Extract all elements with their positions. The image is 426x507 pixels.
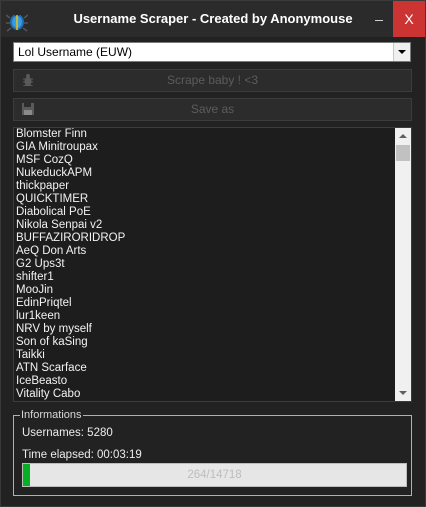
list-item[interactable]: BUFFAZIRORIDROP <box>16 232 125 245</box>
scroll-up-arrow-icon[interactable] <box>395 128 411 144</box>
region-select[interactable]: Lol Username (EUW) <box>13 42 411 62</box>
scrape-button-label: Scrape baby ! <3 <box>166 73 259 87</box>
list-item[interactable]: Vitality Cabo <box>16 388 125 401</box>
username-items: Blomster Finn GIA Minitroupax MSF CozQ Nuke… <box>16 128 125 401</box>
scrollbar-thumb[interactable] <box>396 145 410 161</box>
save-as-button[interactable]: Save as <box>13 98 412 121</box>
time-elapsed: Time elapsed: 00:03:19 <box>22 449 142 461</box>
list-item[interactable]: shifter1 <box>16 271 125 284</box>
list-item[interactable]: IceBeasto <box>16 375 125 388</box>
list-item[interactable]: MooJin <box>16 284 125 297</box>
list-item[interactable]: MSF CozQ <box>16 154 125 167</box>
list-item[interactable]: Blomster Finn <box>16 128 125 141</box>
floppy-disk-icon <box>22 103 34 115</box>
save-as-button-label: Save as <box>190 102 235 116</box>
chevron-down-icon[interactable] <box>393 43 410 61</box>
list-item[interactable]: QUICKTIMER <box>16 193 125 206</box>
list-item[interactable]: thickpaper <box>16 180 125 193</box>
usernames-count: Usernames: 5280 <box>22 427 113 439</box>
scrollbar[interactable] <box>395 128 411 401</box>
list-item[interactable]: Diabolical PoE <box>16 206 125 219</box>
list-item[interactable]: Taikki <box>16 349 125 362</box>
window-title: Username Scraper - Created by Anonymouse <box>73 11 353 26</box>
scroll-down-arrow-icon[interactable] <box>395 385 411 401</box>
list-item[interactable]: AeQ Don Arts <box>16 245 125 258</box>
list-item[interactable]: ATN Scarface <box>16 362 125 375</box>
list-item[interactable]: Nikola Senpai v2 <box>16 219 125 232</box>
list-item[interactable]: GIA Minitroupax <box>16 141 125 154</box>
progress-bar: 264/14718 <box>22 463 407 487</box>
close-button[interactable]: X <box>393 1 425 37</box>
title-bar[interactable]: Username Scraper - Created by Anonymouse… <box>1 1 425 37</box>
minimize-button[interactable] <box>365 1 393 37</box>
scrape-button[interactable]: Scrape baby ! <3 <box>13 69 412 92</box>
progress-text: 264/14718 <box>187 469 242 481</box>
list-item[interactable]: lur1keen <box>16 310 125 323</box>
app-window: Username Scraper - Created by Anonymouse… <box>0 0 426 507</box>
informations-legend: Informations <box>20 408 83 422</box>
list-item[interactable]: NRV by myself <box>16 323 125 336</box>
bug-icon <box>23 74 33 86</box>
region-select-value: Lol Username (EUW) <box>18 45 133 59</box>
list-item[interactable]: G2 Ups3t <box>16 258 125 271</box>
username-list[interactable]: Blomster Finn GIA Minitroupax MSF CozQ Nuke… <box>13 127 412 402</box>
list-item[interactable]: Son of kaSing <box>16 336 125 349</box>
list-item[interactable]: NukeduckAPM <box>16 167 125 180</box>
list-item[interactable]: EdinPriqtel <box>16 297 125 310</box>
